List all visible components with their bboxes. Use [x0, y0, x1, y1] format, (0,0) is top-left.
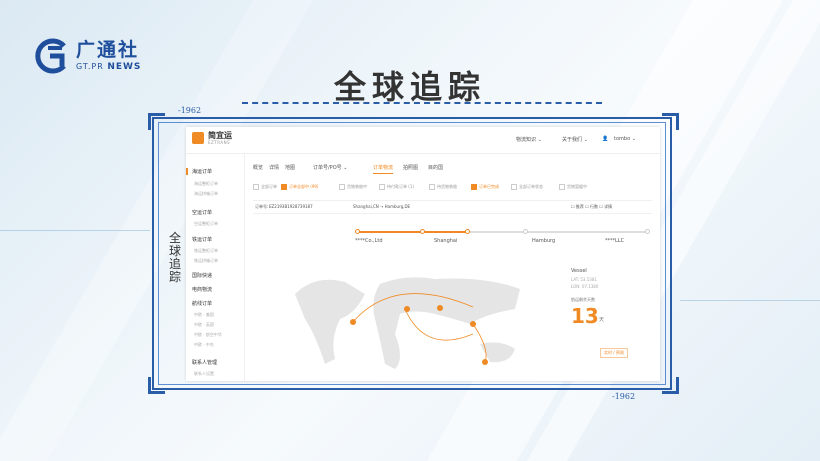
header-user-menu[interactable]: tombo ⌄ — [614, 136, 636, 142]
filter-option[interactable]: 货物装舱中 — [339, 184, 367, 190]
filter-row: 全部订单 订单全部中 (99) 货物装舱中 待付款订单 (1) 待货物装舱 订单… — [253, 184, 652, 194]
vessel-label: Vessel — [571, 268, 587, 274]
route-node-dot[interactable] — [465, 229, 470, 234]
background-line — [0, 230, 150, 231]
filter-option[interactable]: 待付款订单 (1) — [379, 184, 414, 190]
filter-option[interactable]: 订单已完成 — [471, 184, 499, 190]
sidebar-item[interactable]: 联系人管理 — [192, 359, 217, 366]
title-underline — [242, 102, 602, 104]
sidebar-item[interactable]: 电商物流 — [192, 286, 212, 293]
app-window: 简宜运 EZTRANS 物流知识 ⌄ 关于我们 ⌄ 👤 tombo ⌄ 海运订单… — [186, 127, 660, 381]
route-node-dot[interactable] — [523, 229, 528, 234]
tab-order-search[interactable]: 订单号/PO号 ⌄ — [313, 164, 347, 171]
tab-row: 概览 详情 地图 订单号/PO号 ⌄ 订单物流 拍照图 目的国 — [253, 164, 652, 174]
frame-corner — [662, 113, 679, 130]
tab-detail[interactable]: 详情 — [269, 164, 279, 171]
filter-option[interactable]: 全部订单 — [253, 184, 277, 190]
frame-mark-top: -1962 — [178, 106, 202, 115]
app-header: 简宜运 EZTRANS 物流知识 ⌄ 关于我们 ⌄ 👤 tombo ⌄ — [186, 127, 660, 154]
order-route: Shanghai,CN → Hamburg,DE — [353, 204, 411, 209]
world-map[interactable] — [285, 264, 535, 379]
order-bar: 订单号: EZ2193B1928739187 Shanghai,CN → Ham… — [253, 200, 652, 214]
filter-option[interactable]: 全部订单状态 — [511, 184, 543, 190]
frame-mark-bottom: -1962 — [612, 392, 636, 401]
logo-chinese-name: 广通社 — [76, 39, 140, 61]
map-pin — [470, 321, 476, 327]
map-pin — [350, 319, 356, 325]
filter-option[interactable]: 货物暂缓中 — [559, 184, 587, 190]
sidebar-item[interactable]: 海运订单 — [192, 168, 212, 175]
sidebar-subitem[interactable]: 铁运整柜订单 — [194, 248, 218, 254]
route-node-dot[interactable] — [355, 229, 360, 234]
filter-option[interactable]: 订单全部中 (99) — [281, 184, 318, 190]
side-title: 全球追踪 — [168, 231, 181, 284]
sidebar-item[interactable]: 铁运订单 — [192, 236, 212, 243]
remaining-days-label: 航运剩余天数 — [571, 297, 595, 302]
route-node-destination: ****LLC — [605, 238, 625, 244]
route-node-port-discharge: Hamburg — [532, 238, 556, 244]
map-legend[interactable]: 实时 / 预测 — [600, 348, 628, 358]
tab-photos[interactable]: 拍照图 — [403, 164, 418, 171]
brand-english-name: EZTRANS — [208, 140, 231, 145]
map-pin — [404, 306, 410, 312]
tab-order-logistics[interactable]: 订单物流 — [373, 164, 394, 174]
main-panel: 概览 详情 地图 订单号/PO号 ⌄ 订单物流 拍照图 目的国 全部订单 订单全… — [245, 154, 660, 381]
vessel-latitude: LAT: 53.5381 — [571, 277, 597, 282]
sidebar-subitem[interactable]: 中欧 · 航空中华 — [194, 332, 222, 338]
sidebar-subitem[interactable]: 中欧 · 英国 — [194, 322, 214, 328]
route-node-dot[interactable] — [420, 229, 425, 234]
sidebar: 海运订单 海运整柜订单 海运拼箱订单 空运订单 空运整柜订单 铁运订单 铁运整柜… — [186, 154, 245, 381]
filter-option[interactable]: 待货物装舱 — [429, 184, 457, 190]
frame-corner — [662, 377, 679, 394]
sidebar-subitem[interactable]: 空运整柜订单 — [194, 221, 218, 227]
map-pin — [482, 359, 488, 365]
sidebar-subitem[interactable]: 联系人设置 — [194, 371, 214, 377]
sidebar-subitem[interactable]: 铁运拼箱订单 — [194, 258, 218, 264]
sidebar-subitem[interactable]: 海运整柜订单 — [194, 181, 218, 187]
vessel-longitude: LON: 07.1380 — [571, 284, 599, 289]
brand-logo[interactable]: 简宜运 EZTRANS — [192, 131, 232, 145]
tab-destination[interactable]: 目的国 — [428, 164, 443, 171]
sidebar-item[interactable]: 航线订单 — [192, 300, 212, 307]
header-menu-logistics[interactable]: 物流知识 ⌄ — [516, 136, 542, 143]
order-number-label: 订单号: — [255, 204, 269, 209]
frame-corner — [148, 377, 165, 394]
header-menu-about[interactable]: 关于我们 ⌄ — [562, 136, 588, 143]
sidebar-subitem[interactable]: 中欧 · 美国 — [194, 312, 214, 318]
sidebar-item[interactable]: 国际快递 — [192, 272, 212, 279]
route-progress-done — [357, 231, 467, 233]
tab-map[interactable]: 地图 — [285, 164, 295, 171]
sidebar-subitem[interactable]: 中欧 · 中东 — [194, 342, 214, 348]
brand-box-icon — [192, 132, 204, 144]
remaining-days-unit: 天 — [599, 317, 605, 323]
remaining-days-value: 13 — [571, 304, 599, 328]
route-node-origin: ****Co.,Ltd — [355, 238, 383, 244]
sidebar-item[interactable]: 空运订单 — [192, 209, 212, 216]
frame-corner — [148, 113, 165, 130]
tab-overview[interactable]: 概览 — [253, 164, 263, 171]
route-node-port-load: Shanghai — [434, 238, 458, 244]
map-pin — [437, 305, 443, 311]
user-avatar-icon[interactable]: 👤 — [602, 136, 608, 142]
background-line — [680, 300, 820, 301]
route-node-dot[interactable] — [645, 229, 650, 234]
order-number[interactable]: EZ2193B1928739187 — [269, 204, 313, 209]
brand-chinese-name: 简宜运 — [208, 131, 232, 140]
sidebar-active-marker — [186, 168, 188, 175]
order-actions[interactable]: ☐ 推荐 ☐ 行数 ☐ 详情 — [571, 204, 612, 210]
sidebar-subitem[interactable]: 海运拼箱订单 — [194, 191, 218, 197]
